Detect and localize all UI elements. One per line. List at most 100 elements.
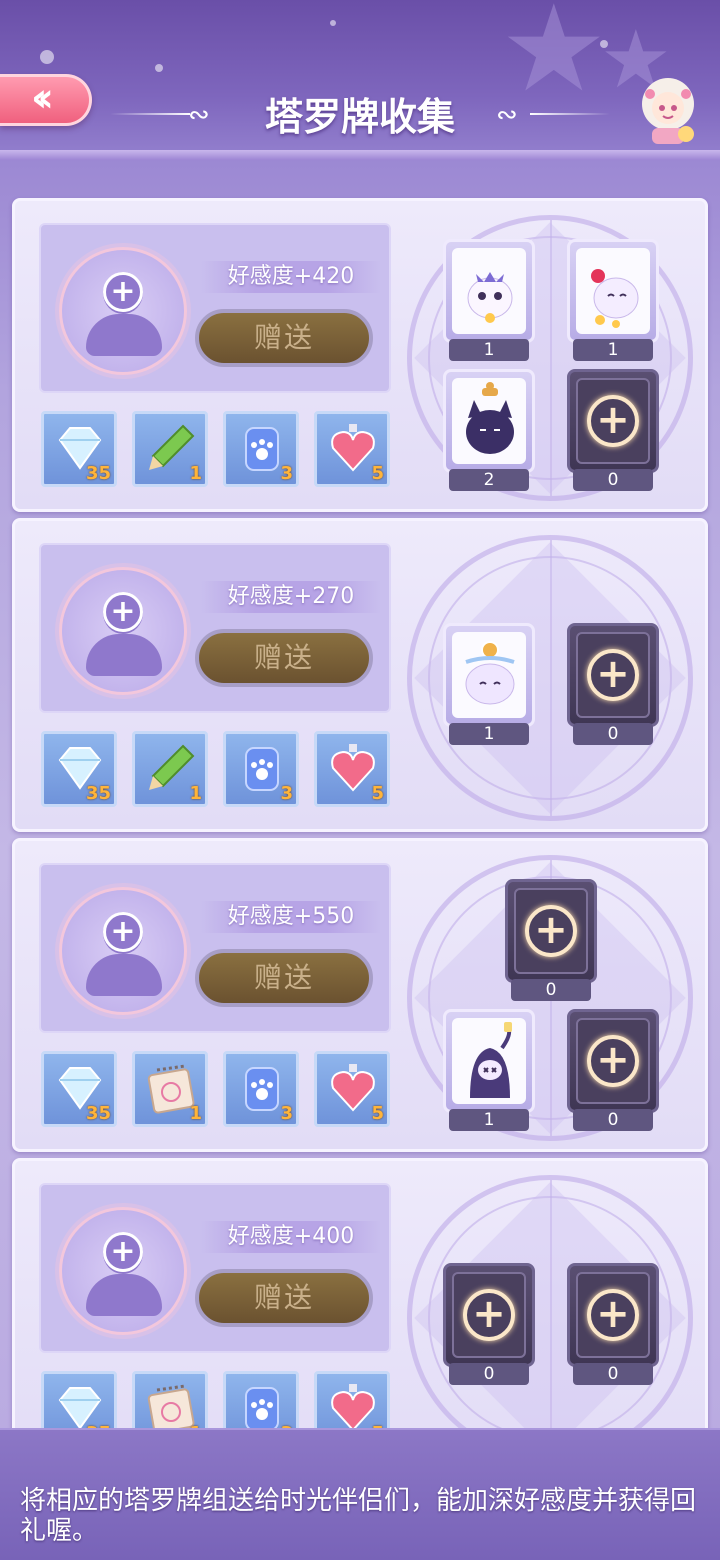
- reward-item[interactable]: 3: [223, 411, 299, 487]
- heart-potion-icon: [331, 1384, 375, 1428]
- add-icon: +: [587, 1035, 639, 1087]
- tarot-card[interactable]: 1: [443, 239, 535, 367]
- reward-items: 35 1 3 5: [41, 731, 393, 811]
- reward-items: 35 1 3 5: [41, 411, 393, 491]
- gift-button[interactable]: 赠送: [195, 1269, 373, 1327]
- reward-item[interactable]: 5: [314, 411, 390, 487]
- tarot-card-empty[interactable]: + 0: [567, 1009, 659, 1137]
- tarot-card-empty[interactable]: + 0: [505, 879, 597, 1007]
- title-row: ∾ 塔罗牌收集 ∾: [0, 86, 720, 146]
- tarot-count: 1: [449, 723, 529, 745]
- add-icon: +: [525, 905, 577, 957]
- tarot-count: 0: [573, 723, 653, 745]
- paw-bag-icon: [245, 1387, 279, 1428]
- companion-slot[interactable]: +: [59, 1207, 187, 1335]
- swirl-icon: ∾: [188, 100, 210, 130]
- tarot-count: 1: [573, 339, 653, 361]
- favor-value: 好感度+550: [201, 901, 381, 933]
- item-count: 3: [280, 463, 293, 484]
- item-count: 1: [189, 463, 202, 484]
- hermit-card-icon: [470, 1022, 512, 1098]
- reward-item[interactable]: 35: [41, 731, 117, 807]
- item-count: 1: [189, 1103, 202, 1124]
- reward-item[interactable]: 5: [314, 1051, 390, 1127]
- gift-button[interactable]: 赠送: [195, 309, 373, 367]
- cat-rose-card-icon: [591, 269, 639, 328]
- item-count: 3: [280, 783, 293, 804]
- sparkle: [155, 64, 163, 72]
- tarot-card-empty[interactable]: + 0: [443, 1263, 535, 1391]
- cat-king-card-icon: [467, 272, 513, 323]
- sparkle: [40, 50, 54, 64]
- tip-panel: 将相应的塔罗牌组送给时光伴侣们，能加深好感度并获得回礼喔。: [0, 1428, 720, 1560]
- companion-slot[interactable]: +: [59, 567, 187, 695]
- add-icon: +: [587, 395, 639, 447]
- companion-info-box: + 好感度+270 赠送: [39, 543, 391, 713]
- tarot-count: 0: [573, 1109, 653, 1131]
- sparkle: [330, 20, 336, 26]
- gift-button[interactable]: 赠送: [195, 629, 373, 687]
- add-icon: +: [463, 1289, 515, 1341]
- swirl-icon: ∾: [496, 100, 518, 130]
- gift-button[interactable]: 赠送: [195, 949, 373, 1007]
- reward-item[interactable]: 1: [132, 1371, 208, 1428]
- reward-item[interactable]: 3: [223, 731, 299, 807]
- reward-item[interactable]: 35: [41, 1051, 117, 1127]
- reward-item[interactable]: 3: [223, 1051, 299, 1127]
- reward-item[interactable]: 35: [41, 1371, 117, 1428]
- tarot-count: 0: [573, 469, 653, 491]
- collection-card: + 好感度+400 赠送 35 1 3 5 +: [12, 1158, 708, 1428]
- reward-item[interactable]: 1: [132, 1051, 208, 1127]
- tarot-card[interactable]: 1: [443, 623, 535, 751]
- tarot-count: 0: [511, 979, 591, 1001]
- item-count: 5: [371, 783, 384, 804]
- collection-card: + 好感度+270 赠送 35 1 3 5 1 + 0: [12, 518, 708, 832]
- header-divider: [0, 150, 720, 160]
- item-count: 5: [371, 1103, 384, 1124]
- reward-item[interactable]: 35: [41, 411, 117, 487]
- calendar-cat-icon: [147, 1384, 195, 1428]
- header-bar: ★ ★ ‹‹ ∾ 塔罗牌收集 ∾: [0, 0, 720, 160]
- companion-info-box: + 好感度+550 赠送: [39, 863, 391, 1033]
- tip-text: 将相应的塔罗牌组送给时光伴侣们，能加深好感度并获得回礼喔。: [20, 1486, 697, 1546]
- reward-item[interactable]: 3: [223, 1371, 299, 1428]
- favor-value: 好感度+400: [201, 1221, 381, 1253]
- add-icon: +: [587, 649, 639, 701]
- title-ornament-left: [110, 113, 190, 115]
- tarot-collection-list[interactable]: + 好感度+420 赠送 35 1 3 5 1 1 2 + 0 + 好感度+27…: [0, 160, 720, 1428]
- tarot-card-empty[interactable]: + 0: [567, 623, 659, 751]
- item-count: 3: [280, 1103, 293, 1124]
- reward-item[interactable]: 5: [314, 731, 390, 807]
- add-icon: +: [103, 272, 143, 312]
- sparkle: [600, 40, 608, 48]
- title-ornament-right: [530, 113, 610, 115]
- companion-slot[interactable]: +: [59, 887, 187, 1015]
- item-count: 5: [371, 463, 384, 484]
- tarot-card-empty[interactable]: + 0: [567, 369, 659, 497]
- tarot-count: 0: [449, 1363, 529, 1385]
- favor-value: 好感度+270: [201, 581, 381, 613]
- tarot-card-empty[interactable]: + 0: [567, 1263, 659, 1391]
- reward-item[interactable]: 5: [314, 1371, 390, 1428]
- companion-info-box: + 好感度+420 赠送: [39, 223, 391, 393]
- reward-item[interactable]: 1: [132, 731, 208, 807]
- item-count: 1: [189, 783, 202, 804]
- tarot-card[interactable]: 1: [567, 239, 659, 367]
- add-icon: +: [103, 1232, 143, 1272]
- dark-cat-card-icon: [466, 382, 514, 454]
- tarot-card[interactable]: 1: [443, 1009, 535, 1137]
- collection-card: + 好感度+550 赠送 35 1 3 5 + 0 1 + 0: [12, 838, 708, 1152]
- companion-info-box: + 好感度+400 赠送: [39, 1183, 391, 1353]
- tarot-count: 0: [573, 1363, 653, 1385]
- companion-avatar-icon[interactable]: [628, 70, 708, 146]
- companion-slot[interactable]: +: [59, 247, 187, 375]
- diamond-icon: [58, 1387, 102, 1428]
- collection-card: + 好感度+420 赠送 35 1 3 5 1 1 2 + 0: [12, 198, 708, 512]
- reward-items: 35 1 3 5: [41, 1051, 393, 1131]
- tarot-card[interactable]: 2: [443, 369, 535, 497]
- reward-item[interactable]: 1: [132, 411, 208, 487]
- item-count: 35: [85, 1103, 111, 1124]
- cat-crown-card-icon: [465, 641, 515, 705]
- tarot-count: 2: [449, 469, 529, 491]
- reward-items: 35 1 3 5: [41, 1371, 393, 1428]
